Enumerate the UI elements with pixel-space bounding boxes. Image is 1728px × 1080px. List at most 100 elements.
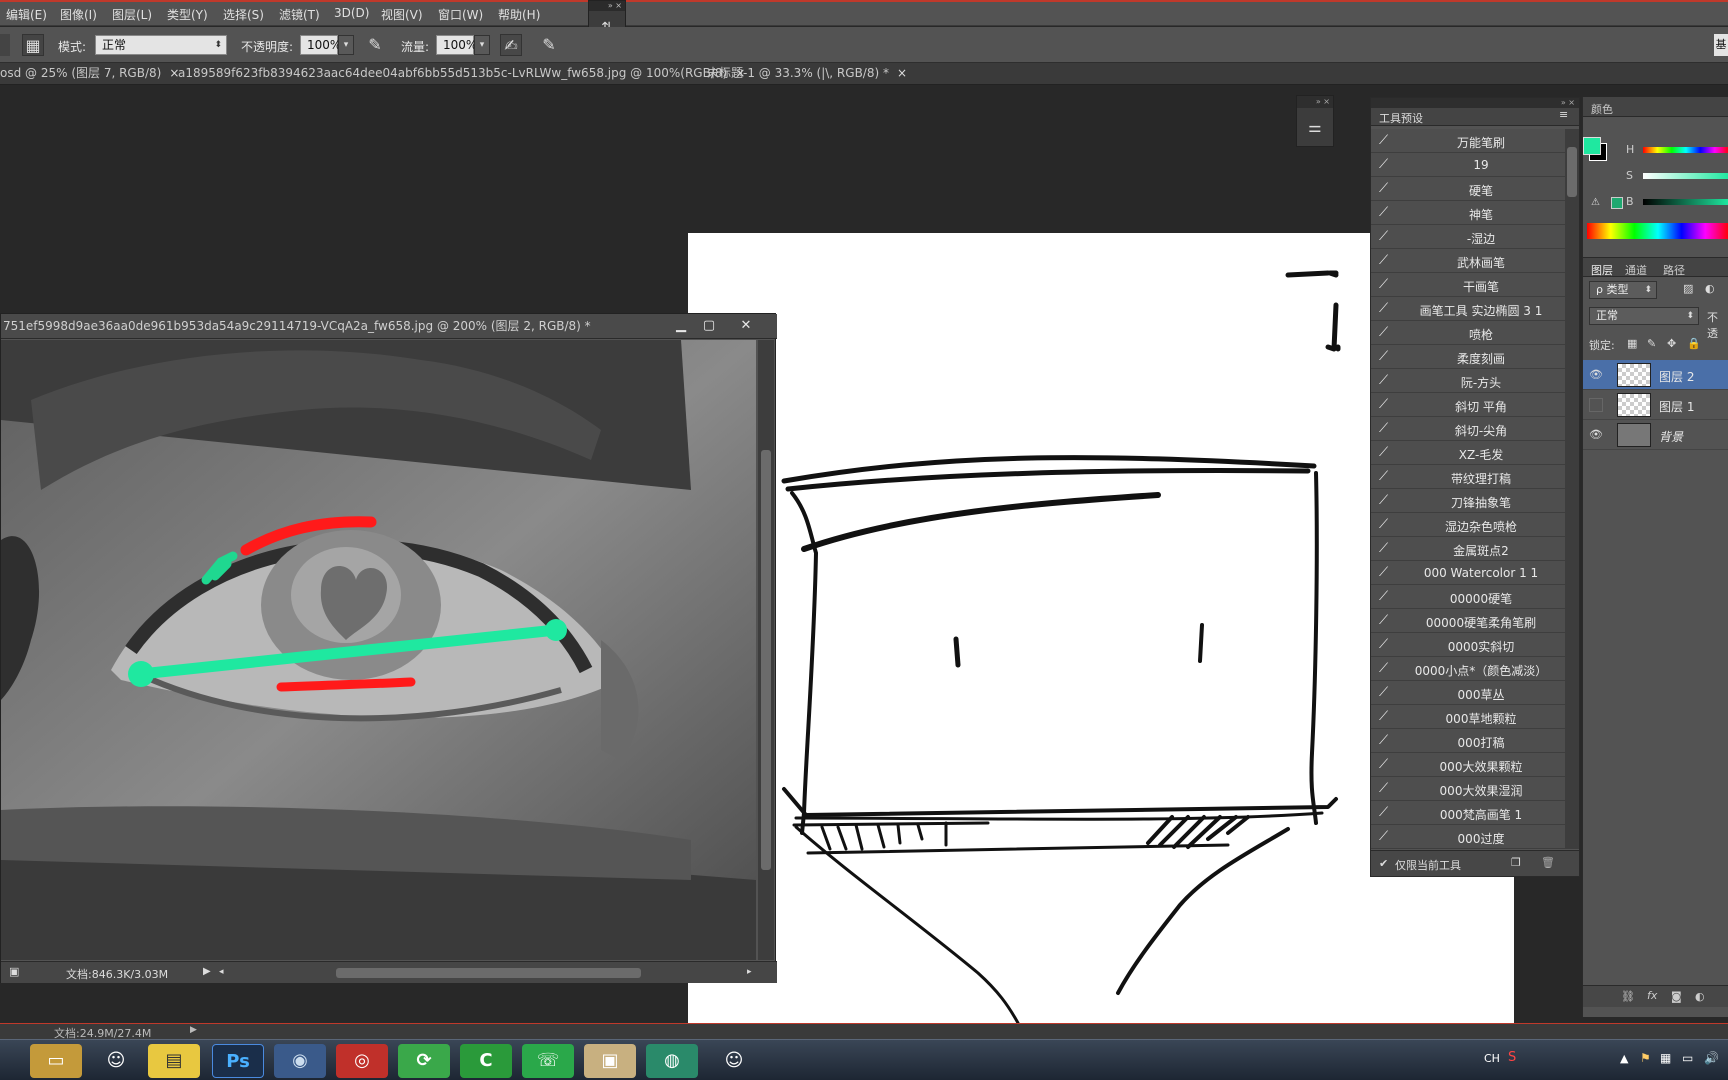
preset-item[interactable]: ⟋ 万能笔刷 (1371, 129, 1565, 153)
scroll-thumb[interactable] (761, 450, 771, 870)
lock-pixels-icon[interactable]: ✎ (1647, 337, 1656, 350)
menu-window[interactable]: 窗口(W) (438, 6, 483, 23)
horizontal-scroll-thumb[interactable] (336, 968, 641, 978)
foreground-color-swatch[interactable] (1583, 137, 1601, 155)
tab-layers[interactable]: 图层 (1591, 262, 1613, 278)
lock-all-icon[interactable]: 🔒 (1687, 337, 1701, 350)
netease-music-icon[interactable]: ◎ (336, 1044, 388, 1078)
sogou-icon[interactable]: S (1508, 1050, 1516, 1065)
preset-item[interactable]: ⟋ 刀锋抽象笔 (1371, 489, 1565, 513)
adjustment-filter-icon[interactable]: ◐ (1705, 282, 1715, 295)
lock-position-icon[interactable]: ✥ (1667, 337, 1676, 350)
menu-help[interactable]: 帮助(H) (498, 6, 540, 23)
preset-item[interactable]: ⟋ -湿边 (1371, 225, 1565, 249)
notepad-icon[interactable]: ▤ (148, 1044, 200, 1078)
camtasia-icon[interactable]: C (460, 1044, 512, 1078)
tab-channels[interactable]: 通道 (1625, 262, 1647, 278)
link-icon[interactable]: ⛓ (1621, 990, 1635, 1003)
browser-icon[interactable]: ◉ (274, 1044, 326, 1078)
eye-sketch-image[interactable] (1, 340, 756, 960)
volume-icon[interactable]: 🔊 (1704, 1051, 1719, 1065)
eye-icon[interactable]: 👁 (1589, 428, 1603, 442)
tool-preset-picker[interactable] (0, 34, 10, 56)
blend-mode-select[interactable]: 正常 ⬍ (1589, 307, 1699, 325)
app-icon[interactable]: ◍ (646, 1044, 698, 1078)
mask-icon[interactable]: ◙ (1671, 990, 1682, 1003)
menu-image[interactable]: 图像(I) (60, 6, 97, 23)
preset-item[interactable]: ⟋ 0000实斜切 (1371, 633, 1565, 657)
photoshop-icon[interactable]: Ps (212, 1044, 264, 1078)
panel-header[interactable]: » × (1297, 96, 1333, 108)
window-title[interactable]: 751ef5998d9ae36aa0de961b953da54a9c291147… (1, 314, 777, 339)
adjustment-icon[interactable]: ◐ (1695, 990, 1705, 1003)
menu-layer[interactable]: 图层(L) (112, 6, 152, 23)
preset-item[interactable]: ⟋ 柔度刻画 (1371, 345, 1565, 369)
preset-item[interactable]: ⟋ 喷枪 (1371, 321, 1565, 345)
tab-untitled-1[interactable]: 未标题-1 @ 33.3% (|\, RGB/8) * × (707, 63, 907, 85)
qq-icon[interactable]: ☺ (90, 1044, 142, 1078)
menu-type[interactable]: 类型(Y) (167, 6, 208, 23)
visibility-off-box[interactable] (1589, 398, 1603, 412)
preset-item[interactable]: ⟋ XZ-毛发 (1371, 441, 1565, 465)
preset-item[interactable]: ⟋ 湿边杂色喷枪 (1371, 513, 1565, 537)
input-language[interactable]: CH (1484, 1052, 1500, 1065)
preset-item[interactable]: ⟋ 武林画笔 (1371, 249, 1565, 273)
wechat-icon[interactable]: ☏ (522, 1044, 574, 1078)
preset-item[interactable]: ⟋ 000 Watercolor 1 1 (1371, 561, 1565, 585)
eye-icon[interactable]: 👁 (1589, 368, 1603, 382)
tab-a189589f[interactable]: a189589f623fb8394623aac64dee04abf6bb55d5… (178, 63, 745, 85)
tab-tool-presets[interactable]: 工具预设 ≡ (1371, 108, 1579, 126)
preset-item[interactable]: ⟋ 000草地颗粒 (1371, 705, 1565, 729)
close-icon[interactable]: ✕ (735, 317, 757, 335)
saturation-slider[interactable] (1643, 173, 1728, 179)
close-icon[interactable]: × (897, 66, 907, 80)
menu-view[interactable]: 视图(V) (381, 6, 423, 23)
menu-3d[interactable]: 3D(D) (334, 6, 369, 20)
tray-network-icon[interactable]: ▦ (1660, 1051, 1671, 1065)
flow-dropdown-icon[interactable]: ▾ (474, 35, 490, 55)
preset-item[interactable]: ⟋ 00000硬笔 (1371, 585, 1565, 609)
sliders-icon[interactable]: ⚌ (1304, 118, 1326, 140)
trash-icon[interactable]: 🗑 (1541, 856, 1555, 869)
image-filter-icon[interactable]: ▨ (1683, 282, 1693, 295)
layer-row-background[interactable]: 👁 背景 (1583, 420, 1728, 450)
tray-expand-icon[interactable]: ▲ (1620, 1052, 1628, 1065)
preset-item[interactable]: ⟋ 斜切-尖角 (1371, 417, 1565, 441)
preset-item[interactable]: ⟋ 0000小点*（颜色减淡） (1371, 657, 1565, 681)
scroll-left-icon[interactable]: ◂ (219, 967, 224, 977)
layer-filter-select[interactable]: ρ 类型 ⬍ (1589, 281, 1657, 299)
tab-osd[interactable]: osd @ 25% (图层 7, RGB/8) × (0, 63, 179, 85)
hue-slider[interactable] (1643, 147, 1728, 153)
scroll-right-icon[interactable]: ▸ (747, 967, 752, 977)
pressure-size-icon[interactable]: ✎ (538, 34, 560, 56)
tray-display-icon[interactable]: ▭ (1682, 1051, 1693, 1065)
mini-panel-header[interactable]: » × (589, 1, 625, 11)
brightness-slider[interactable] (1643, 199, 1728, 205)
lock-transparent-icon[interactable]: ▦ (1627, 337, 1637, 350)
color-ramp[interactable] (1587, 223, 1728, 239)
opacity-input[interactable]: 100% (300, 35, 341, 55)
minimize-icon[interactable]: ▁ (670, 317, 692, 335)
photo-viewer-icon[interactable]: ▣ (584, 1044, 636, 1078)
presets-scrollbar[interactable] (1565, 129, 1579, 849)
vertical-scrollbar[interactable] (758, 340, 774, 960)
status-menu-arrow-icon[interactable]: ▶ (203, 966, 211, 977)
opacity-dropdown-icon[interactable]: ▾ (338, 35, 354, 55)
scroll-thumb[interactable] (1567, 147, 1577, 197)
workspace-switcher[interactable]: 基 (1714, 34, 1728, 56)
checkbox-checked-icon[interactable]: ✔ (1379, 857, 1388, 870)
brush-panel-toggle-icon[interactable]: ▦ (22, 34, 44, 56)
preset-item[interactable]: ⟋ 000大效果湿润 (1371, 777, 1565, 801)
websafe-swatch[interactable] (1611, 197, 1623, 209)
preset-item[interactable]: ⟋ 000打稿 (1371, 729, 1565, 753)
tray-app-icon[interactable]: ⚑ (1640, 1051, 1651, 1065)
preset-item[interactable]: ⟋ 000梵高画笔 1 (1371, 801, 1565, 825)
panel-header[interactable]: » × (1371, 98, 1579, 108)
preset-item[interactable]: ⟋ 硬笔 (1371, 177, 1565, 201)
menu-select[interactable]: 选择(S) (223, 6, 264, 23)
tab-color[interactable]: 颜色 (1591, 101, 1613, 117)
preset-item[interactable]: ⟋ 神笔 (1371, 201, 1565, 225)
preset-item[interactable]: ⟋ 干画笔 (1371, 273, 1565, 297)
preset-item[interactable]: ⟋ 阮-方头 (1371, 369, 1565, 393)
preset-item[interactable]: ⟋ 画笔工具 实边椭圆 3 1 (1371, 297, 1565, 321)
